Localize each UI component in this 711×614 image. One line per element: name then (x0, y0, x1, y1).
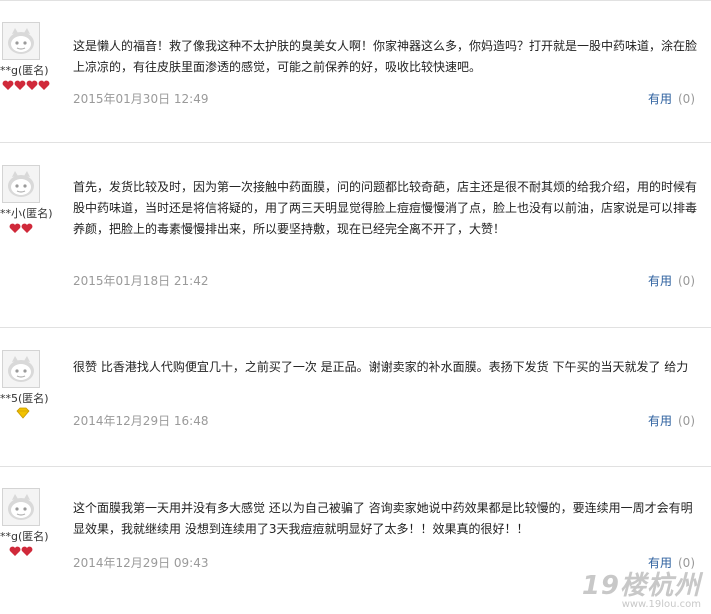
avatar (2, 165, 40, 203)
reviewer-name: **g(匿名) (0, 64, 49, 77)
useful-button[interactable]: 有用 (0) (648, 412, 695, 429)
avatar (2, 350, 40, 388)
useful-label[interactable]: 有用 (648, 92, 672, 106)
reviewer-name: **g(匿名) (0, 530, 49, 543)
useful-label[interactable]: 有用 (648, 274, 672, 288)
heart-icon (9, 546, 33, 556)
heart-icon (2, 80, 50, 90)
review-list: **g(匿名) 这是懒人的福音！救了像我这种不太护肤的臭美女人啊！你家神器这么多… (0, 0, 711, 614)
site-watermark: 19楼杭州 www.19lou.com (582, 573, 701, 610)
review-text: 首先，发货比较及时，因为第一次接触中药面膜，问的问题都比较奇葩，店主还是很不耐其… (73, 180, 698, 236)
useful-button[interactable]: 有用 (0) (648, 90, 695, 107)
reviewer-name: **小(匿名) (0, 207, 53, 220)
default-avatar-icon (8, 494, 34, 520)
reviewer-rank (16, 407, 30, 419)
reviewer-name: **5(匿名) (0, 392, 49, 405)
review-date: 2014年12月29日 09:43 (73, 556, 209, 570)
review-divider (0, 142, 711, 143)
review-date: 2015年01月18日 21:42 (73, 274, 209, 288)
reviewer-rank (2, 79, 50, 91)
useful-count: (0) (678, 414, 695, 428)
useful-count: (0) (678, 92, 695, 106)
useful-count: (0) (678, 274, 695, 288)
reviewer-rank (9, 545, 33, 557)
review-divider (0, 466, 711, 467)
watermark-logo: 19楼杭州 (581, 571, 701, 601)
review-text: 这是懒人的福音！救了像我这种不太护肤的臭美女人啊！你家神器这么多，你妈造吗？打开… (73, 39, 698, 74)
review-date: 2014年12月29日 16:48 (73, 414, 209, 428)
review-text: 这个面膜我第一天用并没有多大感觉 还以为自己被骗了 咨询卖家她说中药效果都是比较… (73, 501, 693, 536)
default-avatar-icon (8, 28, 34, 54)
useful-label[interactable]: 有用 (648, 556, 672, 570)
heart-icon (9, 223, 33, 233)
review-text: 很赞 比香港找人代购便宜几十，之前买了一次 是正品。谢谢卖家的补水面膜。表扬下发… (73, 360, 689, 374)
avatar (2, 488, 40, 526)
default-avatar-icon (8, 171, 34, 197)
useful-count: (0) (678, 556, 695, 570)
avatar (2, 22, 40, 60)
reviewer-rank (9, 222, 33, 234)
diamond-icon (16, 407, 30, 419)
useful-button[interactable]: 有用 (0) (648, 272, 695, 289)
useful-label[interactable]: 有用 (648, 414, 672, 428)
review-divider (0, 0, 711, 1)
review-date: 2015年01月30日 12:49 (73, 92, 209, 106)
useful-button[interactable]: 有用 (0) (648, 554, 695, 571)
review-divider (0, 327, 711, 328)
default-avatar-icon (8, 356, 34, 382)
